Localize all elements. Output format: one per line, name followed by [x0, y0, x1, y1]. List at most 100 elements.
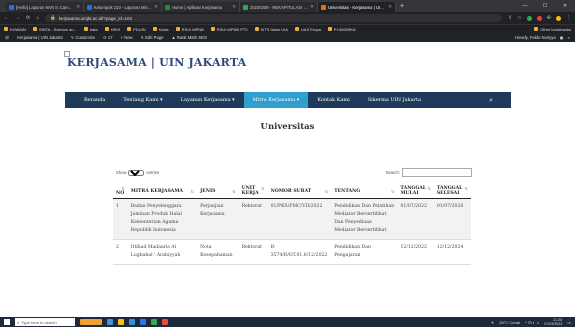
wp-rank-math[interactable]: ▲ Rank Math SEO — [171, 35, 207, 40]
reload-icon[interactable]: ⟳ — [26, 15, 30, 21]
entries-select[interactable]: 10 — [128, 169, 145, 176]
wp-updates[interactable]: ⟳ 17 — [103, 35, 112, 40]
bookmark-item[interactable]: Kelas — [152, 27, 169, 32]
profile-avatar[interactable] — [556, 15, 561, 21]
site-logo[interactable]: KERJASAMA | UIN JAKARTA — [67, 56, 246, 69]
sort-icon: ⇅ — [190, 188, 195, 194]
search-icon[interactable]: ⌕ — [489, 96, 493, 105]
column-header[interactable]: ⇅ TANGGAL MULAI — [397, 184, 434, 199]
avatar[interactable]: ▣ — [560, 35, 564, 40]
nav-item[interactable]: Mitra Kerjasama ▾ — [243, 92, 309, 108]
app-icon[interactable] — [162, 319, 168, 325]
puzzle-icon[interactable]: ✣ — [547, 15, 551, 21]
bookmark-item[interactable]: HRIS — [104, 27, 120, 32]
bookmark-item[interactable]: PDUIN — [127, 27, 146, 32]
weather-text[interactable]: 28°C Cerah — [499, 320, 520, 325]
wp-site-name[interactable]: Kerjasama | UIN Jakarta — [17, 35, 63, 40]
column-header[interactable]: ⇅ UNIT KERJA — [238, 184, 268, 199]
bookmark-item[interactable]: UAS Eropa — [294, 27, 321, 32]
bookmark-item[interactable]: RSUI MPNB PT2 — [210, 27, 248, 32]
maximize-icon[interactable]: ☐ — [535, 3, 555, 9]
column-header[interactable]: ⇅ TANGGAL SELESAI — [433, 184, 471, 199]
nav-item[interactable]: Beranda — [75, 92, 114, 108]
browser-tab[interactable]: Universitas - Kerjasama | UIN Ja... ✕ — [318, 2, 396, 12]
nav-item[interactable]: Layanan Kerjasama ▾ — [172, 92, 244, 108]
table-cell: Nota Kesepahaman — [197, 239, 239, 265]
extension-icon[interactable] — [536, 15, 542, 21]
table-cell: B-3574/R/OT.01.6/12/2022 — [267, 239, 332, 265]
close-tab-icon[interactable]: ✕ — [388, 4, 392, 10]
extension-icon[interactable] — [526, 15, 532, 21]
system-tray: ☀ 28°C Cerah ^ ⊡ ◐ ♫ 21:25 07/03/2023 ▭ — [491, 318, 571, 326]
bookmark-item[interactable]: RSUI MPNB — [175, 27, 204, 32]
search-input[interactable] — [402, 168, 472, 177]
forward-icon[interactable]: → — [15, 15, 20, 21]
tab-favicon-icon — [321, 4, 326, 10]
wordpress-icon[interactable]: Ⓦ — [5, 35, 9, 41]
table-cell: 01/07/2022 — [397, 198, 434, 240]
url-field[interactable]: 🔒 kerjasama.uinjkt.ac.id/?page_id=104 — [45, 14, 503, 22]
tab-title: [Hello] Laporan KKN in Campu... — [16, 4, 75, 10]
table-cell: 12/12/2022 — [397, 239, 434, 265]
wp-new[interactable]: + New — [121, 35, 133, 40]
star-icon[interactable]: ☆ — [517, 15, 521, 21]
bookmark-icon — [254, 27, 259, 31]
bookmark-item[interactable]: bafa — [83, 27, 98, 32]
wp-edit-page[interactable]: ✎ Edit Page — [141, 35, 164, 40]
wp-customize[interactable]: ✎ Customize — [71, 35, 95, 40]
taskbar-search[interactable]: ⌕ Type here to search — [15, 318, 75, 326]
tab-favicon-icon — [9, 4, 14, 10]
browser-tab[interactable]: 20230209 - REKAPITULASI MOU ✕ — [240, 2, 318, 12]
column-header[interactable]: ⇅ TENTANG — [331, 184, 398, 199]
bookmark-item[interactable]: SINTA - Science an... — [32, 27, 77, 32]
site-header: KERJASAMA | UIN JAKARTA — [0, 42, 575, 92]
nav-item[interactable]: Sikerma UIN Jakarta — [359, 92, 430, 108]
share-icon[interactable]: ⇪ — [508, 15, 512, 21]
edge-icon[interactable] — [129, 319, 135, 325]
new-tab-button[interactable]: + — [396, 2, 408, 12]
bookmark-icon — [175, 27, 180, 31]
file-explorer-icon[interactable] — [118, 319, 124, 325]
browser-tab[interactable]: Home | Aplikasi Kerjasama ✕ — [162, 2, 240, 12]
weather-icon[interactable]: ☀ — [491, 320, 495, 325]
browser-tab[interactable]: Kelompok 210 - Laporan Mingg... ✕ — [84, 2, 162, 12]
browser-tab[interactable]: [Hello] Laporan KKN in Campu... ✕ — [6, 2, 84, 12]
column-header[interactable]: ⇅ NOMOR SURAT — [267, 184, 332, 199]
tab-title: Universitas - Kerjasama | UIN Ja... — [328, 4, 387, 10]
taskbar-app-icon[interactable] — [80, 319, 102, 325]
entries-label: entries — [146, 170, 160, 175]
close-tab-icon[interactable]: ✕ — [232, 4, 236, 10]
nav-item[interactable]: Tentang Kami ▾ — [114, 92, 171, 108]
tab-favicon-icon — [87, 4, 92, 10]
store-icon[interactable] — [140, 319, 146, 325]
close-window-icon[interactable]: ✕ — [555, 3, 575, 9]
close-tab-icon[interactable]: ✕ — [76, 4, 80, 10]
page-title: Universitas — [260, 122, 315, 132]
search-icon[interactable]: ⌕ — [568, 35, 570, 40]
close-tab-icon[interactable]: ✕ — [154, 4, 158, 10]
minimize-icon[interactable]: — — [515, 3, 535, 9]
bookmark-item[interactable]: SITS Islam UIA — [254, 27, 288, 32]
column-header[interactable]: ⇅ JENIS — [197, 184, 239, 199]
task-view-icon[interactable] — [107, 319, 113, 325]
wp-greeting[interactable]: Howdy, Faldo Nuriyya — [515, 35, 556, 40]
clock[interactable]: 21:25 07/03/2023 — [544, 318, 562, 326]
column-header[interactable]: ⇅ MITRA KERJASAMA — [127, 184, 198, 199]
chrome-icon[interactable] — [151, 319, 157, 325]
home-icon[interactable]: ⌂ — [36, 15, 39, 21]
bookmark-icon — [83, 27, 88, 31]
windows-start-icon[interactable] — [4, 319, 10, 325]
bookmark-item[interactable]: PI AMDRKA — [327, 27, 356, 32]
notification-icon[interactable]: ▭ — [567, 320, 571, 325]
column-header[interactable]: ⇅ NO — [113, 184, 128, 199]
sort-icon: ⇅ — [391, 188, 395, 194]
bookmark-item[interactable]: KUWAIN — [4, 27, 26, 32]
tray-icons[interactable]: ^ ⊡ ◐ ♫ — [525, 320, 539, 325]
sort-icon: ⇅ — [324, 188, 329, 194]
other-bookmarks[interactable]: Other bookmarks — [534, 27, 571, 32]
tab-title: 20230209 - REKAPITULASI MOU — [250, 4, 309, 10]
menu-icon[interactable]: ⋮ — [566, 15, 571, 21]
back-icon[interactable]: ← — [4, 15, 9, 21]
close-tab-icon[interactable]: ✕ — [310, 4, 314, 10]
nav-item[interactable]: Kontak Kami — [308, 92, 359, 108]
